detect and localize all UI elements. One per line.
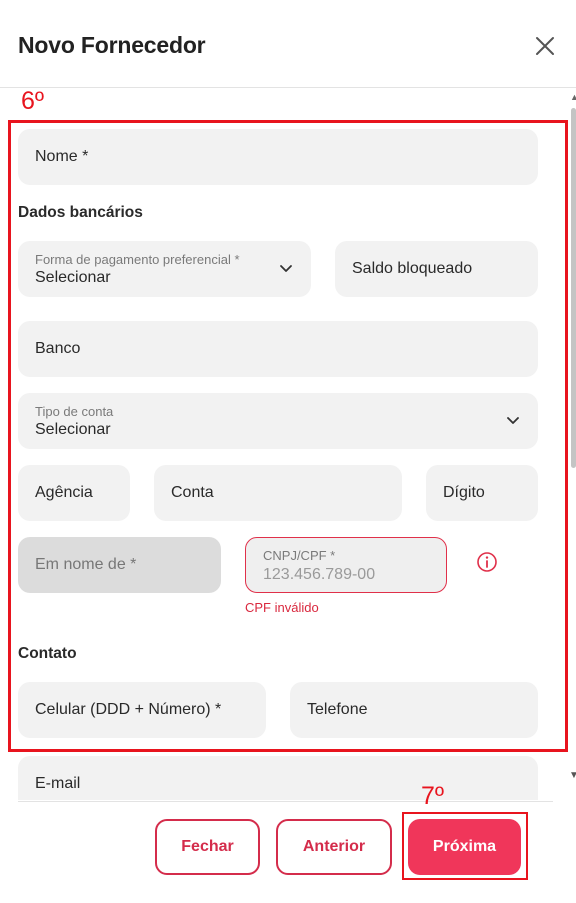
email-label: E-mail — [35, 775, 81, 792]
celular-field[interactable]: Celular (DDD + Número) * — [18, 682, 266, 738]
page-title: Novo Fornecedor — [18, 32, 206, 58]
agencia-label: Agência — [35, 484, 93, 501]
next-button[interactable]: Próxima — [408, 819, 521, 875]
email-field-clip: E-mail — [18, 756, 538, 800]
saldo-bloqueado-label: Saldo bloqueado — [352, 260, 473, 277]
em-nome-de-label: Em nome de * — [35, 556, 137, 573]
cpf-error-message: CPF inválido — [245, 600, 319, 615]
chevron-down-icon — [507, 417, 519, 424]
em-nome-de-field: Em nome de * — [18, 537, 221, 593]
chevron-down-icon — [280, 265, 292, 272]
forma-pagamento-value: Selecionar — [35, 269, 111, 286]
close-button[interactable]: Fechar — [155, 819, 260, 875]
footer-divider — [18, 801, 553, 802]
forma-pagamento-label: Forma de pagamento preferencial * — [35, 252, 240, 267]
section-contact-heading: Contato — [18, 645, 77, 662]
scroll-down-icon[interactable]: ▼ — [569, 770, 576, 781]
conta-label: Conta — [171, 484, 214, 501]
forma-pagamento-select[interactable]: Forma de pagamento preferencial * Seleci… — [18, 241, 311, 297]
tipo-conta-select[interactable]: Tipo de conta Selecionar — [18, 393, 538, 449]
info-icon[interactable] — [476, 551, 498, 573]
cnpj-cpf-field[interactable]: CNPJ/CPF * 123.456.789-00 — [245, 537, 447, 593]
celular-label: Celular (DDD + Número) * — [35, 701, 222, 718]
agencia-field[interactable]: Agência — [18, 465, 130, 521]
nome-field[interactable]: Nome * — [18, 129, 538, 185]
banco-field[interactable]: Banco — [18, 321, 538, 377]
modal-header: Novo Fornecedor — [0, 0, 576, 88]
close-icon[interactable] — [534, 35, 556, 57]
telefone-field[interactable]: Telefone — [290, 682, 538, 738]
step-annotation-next: 7º — [421, 782, 445, 810]
banco-label: Banco — [35, 340, 81, 357]
cnpj-cpf-label: CNPJ/CPF * — [263, 548, 336, 563]
previous-button[interactable]: Anterior — [276, 819, 392, 875]
tipo-conta-label: Tipo de conta — [35, 404, 114, 419]
scroll-up-icon[interactable]: ▲ — [570, 92, 576, 102]
tipo-conta-value: Selecionar — [35, 421, 111, 438]
cnpj-cpf-value: 123.456.789-00 — [263, 566, 376, 583]
email-field[interactable]: E-mail — [18, 756, 538, 800]
digito-label: Dígito — [443, 484, 485, 501]
conta-field[interactable]: Conta — [154, 465, 402, 521]
scrollbar-thumb[interactable] — [571, 108, 576, 468]
section-bank-heading: Dados bancários — [18, 204, 143, 221]
step-annotation-form: 6º — [21, 87, 45, 115]
telefone-label: Telefone — [307, 701, 368, 718]
saldo-bloqueado-field[interactable]: Saldo bloqueado — [335, 241, 538, 297]
digito-field[interactable]: Dígito — [426, 465, 538, 521]
nome-label: Nome * — [35, 148, 89, 165]
